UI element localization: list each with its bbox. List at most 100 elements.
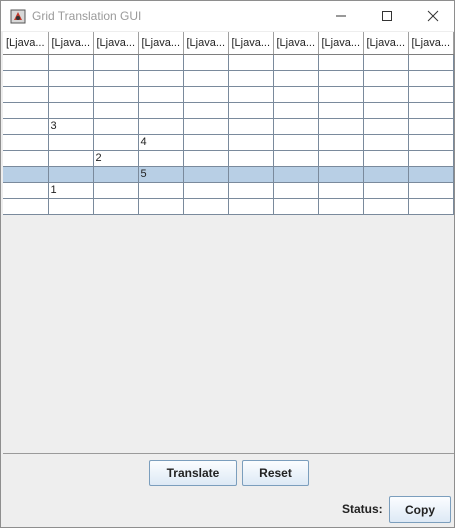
grid-cell[interactable] bbox=[228, 198, 274, 215]
grid-cell[interactable] bbox=[273, 86, 319, 103]
translate-button[interactable]: Translate bbox=[149, 460, 237, 486]
column-header[interactable]: [Ljava... bbox=[318, 32, 364, 55]
grid-cell[interactable] bbox=[228, 166, 274, 183]
grid-cell[interactable] bbox=[228, 70, 274, 87]
column-header[interactable]: [Ljava... bbox=[273, 32, 319, 55]
table-row[interactable]: 5 bbox=[3, 166, 454, 183]
table-row[interactable]: 3 bbox=[3, 118, 454, 135]
grid-cell[interactable] bbox=[363, 118, 409, 135]
grid-cell[interactable] bbox=[273, 166, 319, 183]
grid-cell[interactable] bbox=[183, 70, 229, 87]
grid-cell[interactable] bbox=[273, 70, 319, 87]
grid-cell[interactable] bbox=[228, 102, 274, 119]
grid-cell[interactable] bbox=[228, 150, 274, 167]
table-row[interactable]: 4 bbox=[3, 134, 454, 151]
grid-cell[interactable] bbox=[93, 134, 139, 151]
grid-cell[interactable] bbox=[318, 70, 364, 87]
grid-cell[interactable] bbox=[3, 182, 49, 199]
grid-cell[interactable] bbox=[363, 182, 409, 199]
grid-cell[interactable] bbox=[183, 54, 229, 71]
grid-cell[interactable] bbox=[183, 86, 229, 103]
grid-cell[interactable] bbox=[138, 86, 184, 103]
grid-cell[interactable] bbox=[228, 182, 274, 199]
grid-cell[interactable] bbox=[138, 70, 184, 87]
grid-cell[interactable] bbox=[48, 150, 94, 167]
grid-cell[interactable] bbox=[408, 134, 454, 151]
grid-cell[interactable]: 3 bbox=[48, 118, 94, 135]
grid-cell[interactable] bbox=[318, 182, 364, 199]
grid-cell[interactable] bbox=[408, 118, 454, 135]
grid-cell[interactable] bbox=[228, 118, 274, 135]
grid-cell[interactable] bbox=[183, 198, 229, 215]
grid-cell[interactable] bbox=[408, 70, 454, 87]
grid-cell[interactable] bbox=[93, 54, 139, 71]
grid-cell[interactable] bbox=[183, 134, 229, 151]
column-header[interactable]: [Ljava... bbox=[183, 32, 229, 55]
column-header[interactable]: [Ljava... bbox=[3, 32, 49, 55]
grid-cell[interactable] bbox=[318, 166, 364, 183]
grid-cell[interactable] bbox=[93, 118, 139, 135]
grid-cell[interactable] bbox=[318, 86, 364, 103]
grid-cell[interactable] bbox=[183, 182, 229, 199]
grid-cell[interactable] bbox=[138, 182, 184, 199]
maximize-button[interactable] bbox=[364, 1, 410, 31]
grid-cell[interactable] bbox=[3, 198, 49, 215]
grid-cell[interactable] bbox=[93, 182, 139, 199]
grid-cell[interactable] bbox=[93, 166, 139, 183]
grid-cell[interactable] bbox=[138, 54, 184, 71]
grid-cell[interactable]: 5 bbox=[138, 166, 184, 183]
grid-cell[interactable] bbox=[3, 150, 49, 167]
grid-cell[interactable] bbox=[408, 198, 454, 215]
table-row[interactable]: 2 bbox=[3, 150, 454, 167]
column-header[interactable]: [Ljava... bbox=[138, 32, 184, 55]
grid-cell[interactable] bbox=[273, 54, 319, 71]
grid-cell[interactable] bbox=[273, 102, 319, 119]
grid-cell[interactable]: 2 bbox=[93, 150, 139, 167]
grid-cell[interactable] bbox=[318, 102, 364, 119]
grid-cell[interactable] bbox=[408, 150, 454, 167]
grid-cell[interactable] bbox=[408, 86, 454, 103]
grid-cell[interactable] bbox=[3, 86, 49, 103]
minimize-button[interactable] bbox=[318, 1, 364, 31]
grid-cell[interactable] bbox=[93, 102, 139, 119]
grid-cell[interactable] bbox=[3, 134, 49, 151]
table-row[interactable]: 1 bbox=[3, 182, 454, 199]
grid-cell[interactable] bbox=[48, 198, 94, 215]
close-button[interactable] bbox=[410, 1, 455, 31]
grid-cell[interactable] bbox=[273, 198, 319, 215]
grid-cell[interactable] bbox=[408, 54, 454, 71]
grid-cell[interactable] bbox=[363, 150, 409, 167]
grid-cell[interactable] bbox=[3, 54, 49, 71]
grid-cell[interactable] bbox=[183, 118, 229, 135]
table-row[interactable] bbox=[3, 86, 454, 103]
grid-cell[interactable] bbox=[363, 102, 409, 119]
column-header[interactable]: [Ljava... bbox=[363, 32, 409, 55]
grid-cell[interactable] bbox=[228, 86, 274, 103]
reset-button[interactable]: Reset bbox=[242, 460, 309, 486]
table-row[interactable] bbox=[3, 102, 454, 119]
grid-cell[interactable] bbox=[363, 70, 409, 87]
grid-cell[interactable] bbox=[183, 166, 229, 183]
grid-cell[interactable] bbox=[228, 134, 274, 151]
grid-cell[interactable]: 4 bbox=[138, 134, 184, 151]
grid-cell[interactable] bbox=[183, 102, 229, 119]
grid-cell[interactable] bbox=[3, 70, 49, 87]
grid-cell[interactable] bbox=[93, 70, 139, 87]
grid-cell[interactable] bbox=[318, 118, 364, 135]
grid-cell[interactable] bbox=[93, 86, 139, 103]
grid-cell[interactable] bbox=[273, 134, 319, 151]
column-header[interactable]: [Ljava... bbox=[228, 32, 274, 55]
grid-cell[interactable] bbox=[48, 54, 94, 71]
grid-cell[interactable] bbox=[183, 150, 229, 167]
grid-cell[interactable] bbox=[408, 166, 454, 183]
grid-cell[interactable]: 1 bbox=[48, 182, 94, 199]
grid-cell[interactable] bbox=[363, 86, 409, 103]
grid-cell[interactable] bbox=[93, 198, 139, 215]
grid-cell[interactable] bbox=[273, 118, 319, 135]
column-header[interactable]: [Ljava... bbox=[48, 32, 94, 55]
grid-cell[interactable] bbox=[3, 102, 49, 119]
column-header[interactable]: [Ljava... bbox=[408, 32, 454, 55]
grid-cell[interactable] bbox=[228, 54, 274, 71]
grid-cell[interactable] bbox=[318, 198, 364, 215]
grid-cell[interactable] bbox=[138, 198, 184, 215]
